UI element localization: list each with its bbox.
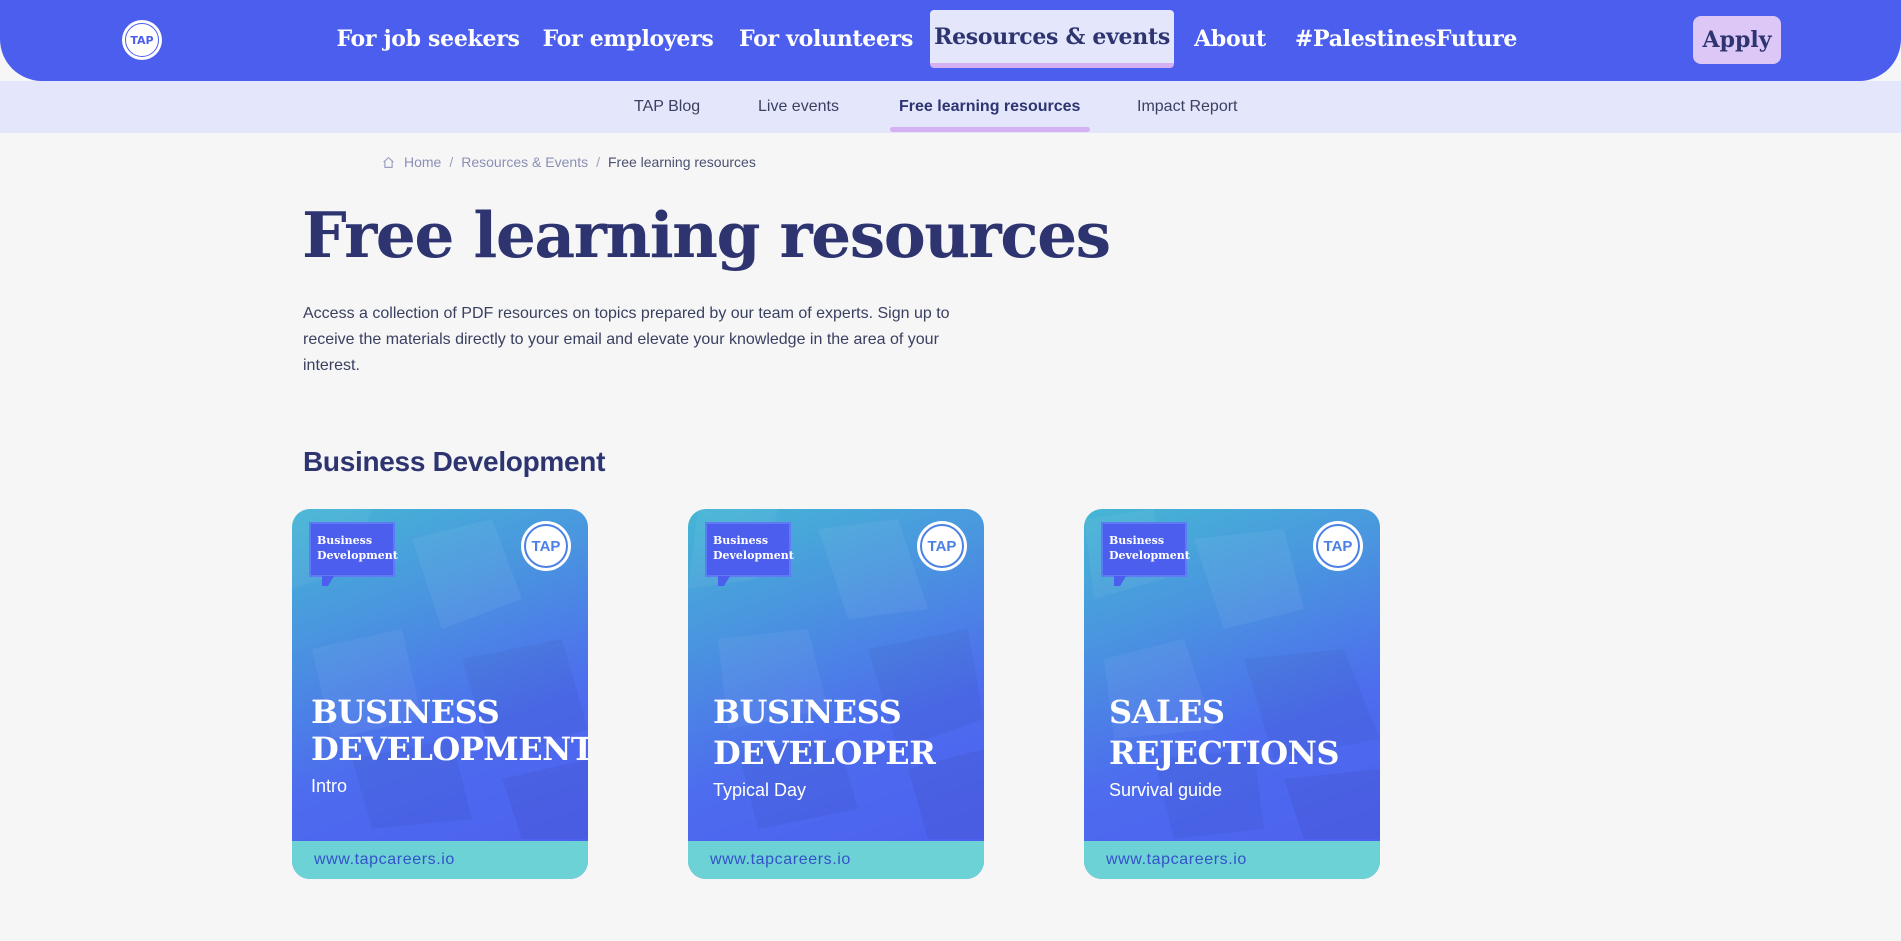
- card-subline: Typical Day: [713, 780, 807, 800]
- tag-line: Business: [1109, 534, 1165, 547]
- tag-line: Business: [317, 534, 373, 547]
- badge-text: TAP: [920, 524, 964, 568]
- tag-tail: [1114, 576, 1126, 586]
- tag-line: Business: [713, 534, 769, 547]
- tag-line: Development: [317, 549, 398, 562]
- nav-for-job-seekers[interactable]: For job seekers: [336, 10, 519, 68]
- sub-navigation: TAP Blog Live events Free learning resou…: [0, 81, 1901, 133]
- tap-logo[interactable]: TAP: [122, 20, 162, 60]
- nav-resources-and-events[interactable]: Resources & events: [930, 10, 1174, 68]
- breadcrumb-separator: /: [596, 154, 600, 170]
- card-headline-line1: SALES: [1109, 693, 1225, 731]
- card-footer-url: www.tapcareers.io: [688, 841, 984, 879]
- nav-about[interactable]: About: [1194, 10, 1266, 68]
- card-footer-url: www.tapcareers.io: [292, 841, 588, 879]
- subnav-tap-blog[interactable]: TAP Blog: [634, 81, 700, 133]
- section-title: Business Development: [303, 446, 606, 477]
- page-title: Free learning resources: [302, 198, 1111, 272]
- tap-badge: TAP: [1313, 521, 1363, 571]
- resource-card-business-development-intro[interactable]: Business Development TAP BUSINESS DEVELO…: [292, 509, 588, 879]
- breadcrumb: Home / Resources & Events / Free learnin…: [382, 154, 756, 170]
- breadcrumb-current: Free learning resources: [607, 154, 756, 170]
- subnav-live-events[interactable]: Live events: [758, 81, 839, 133]
- resource-card-business-developer-typical-day[interactable]: Business Development TAP BUSINESS DEVELO…: [688, 509, 984, 879]
- breadcrumb-home[interactable]: Home: [404, 154, 441, 170]
- subnav-impact-report[interactable]: Impact Report: [1137, 81, 1237, 133]
- breadcrumb-resources-and-events[interactable]: Resources & Events: [461, 154, 588, 170]
- nav-palestines-future[interactable]: #PalestinesFuture: [1295, 10, 1517, 68]
- nav-for-employers[interactable]: For employers: [543, 10, 714, 68]
- card-headline-line1: BUSINESS: [713, 693, 902, 731]
- subnav-free-learning-resources[interactable]: Free learning resources: [899, 81, 1080, 133]
- card-footer-url: www.tapcareers.io: [1084, 841, 1380, 879]
- logo-text: TAP: [125, 23, 159, 57]
- card-headline-line2: REJECTIONS: [1109, 734, 1340, 772]
- card-subline: Intro: [311, 776, 348, 796]
- category-tag: Business Development: [309, 522, 398, 577]
- tag-line: Development: [713, 549, 794, 562]
- home-icon: [383, 156, 394, 168]
- card-subline: Survival guide: [1109, 780, 1223, 800]
- card-headline-line1: BUSINESS: [311, 693, 500, 731]
- tap-badge: TAP: [917, 521, 967, 571]
- tap-badge: TAP: [521, 521, 571, 571]
- active-subnav-indicator: [890, 127, 1090, 132]
- top-navigation: TAP For job seekers For employers For vo…: [0, 0, 1901, 81]
- tag-tail: [322, 576, 334, 586]
- card-headline-line2: DEVELOPER: [713, 734, 936, 772]
- page-intro: Access a collection of PDF resources on …: [303, 305, 950, 374]
- resource-card-sales-rejections-survival-guide[interactable]: Business Development TAP SALES REJECTION…: [1084, 509, 1380, 879]
- breadcrumb-separator: /: [449, 154, 454, 170]
- tag-tail: [718, 576, 730, 586]
- card-headline-line2: DEVELOPMENT: [311, 730, 588, 768]
- apply-button[interactable]: Apply: [1693, 16, 1781, 64]
- badge-text: TAP: [524, 524, 568, 568]
- category-tag: Business Development: [1101, 522, 1190, 577]
- tag-line: Development: [1109, 549, 1190, 562]
- badge-text: TAP: [1316, 524, 1360, 568]
- nav-for-volunteers[interactable]: For volunteers: [739, 10, 913, 68]
- category-tag: Business Development: [705, 522, 794, 577]
